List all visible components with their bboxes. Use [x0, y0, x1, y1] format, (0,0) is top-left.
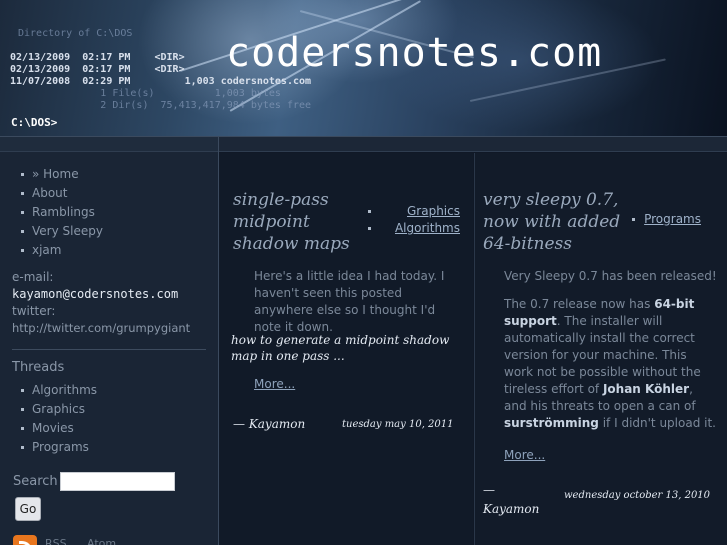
- highlight-name: Johan Köhler: [602, 382, 690, 396]
- contact-block: e-mail: kayamon@codersnotes.com twitter:…: [12, 269, 190, 337]
- category-link-algorithms[interactable]: Algorithms: [395, 221, 460, 235]
- threads-heading: Threads: [12, 360, 65, 375]
- post-categories: Programs: [632, 211, 701, 228]
- atom-link[interactable]: Atom: [87, 537, 116, 545]
- sidebar-divider: [12, 349, 206, 350]
- more-link[interactable]: More...: [504, 448, 545, 462]
- email-label: e-mail:: [12, 270, 54, 284]
- search-go-button[interactable]: Go: [15, 497, 41, 521]
- nav-item-ramblings[interactable]: Ramblings: [0, 203, 103, 222]
- nav-item-home[interactable]: » Home: [0, 165, 103, 184]
- post-intro: Very Sleepy 0.7 has been released!: [504, 269, 717, 283]
- dos-row: 02/13/2009 02:17 PM <DIR>: [10, 64, 185, 75]
- post-date: wednesday october 13, 2010: [564, 490, 711, 501]
- nav-item-about[interactable]: About: [0, 184, 103, 203]
- post-title[interactable]: single-pass midpoint shadow maps: [233, 189, 373, 255]
- category-link-programs[interactable]: Programs: [644, 212, 701, 226]
- post-card: single-pass midpoint shadow maps Graphic…: [219, 153, 473, 545]
- rss-link[interactable]: RSS: [45, 537, 67, 545]
- post-teaser: how to generate a midpoint shadow map in…: [231, 333, 450, 363]
- more-link[interactable]: More...: [254, 377, 295, 391]
- dos-row: 02/13/2009 02:17 PM <DIR>: [10, 52, 185, 63]
- post-categories: Graphics Algorithms: [368, 203, 460, 237]
- nav-item-xjam[interactable]: xjam: [0, 241, 103, 260]
- main-nav: » Home About Ramblings Very Sleepy xjam: [0, 165, 103, 260]
- post-body: The 0.7 release now has 64-bit support. …: [504, 297, 716, 430]
- twitter-link[interactable]: http://twitter.com/grumpygiant: [12, 320, 190, 337]
- post-title[interactable]: very sleepy 0.7, now with added 64-bitne…: [483, 189, 633, 255]
- search-input[interactable]: [60, 472, 175, 491]
- post-body: Here's a little idea I had today. I have…: [254, 269, 445, 334]
- dos-row: 1 File(s) 1,003 bytes: [10, 88, 281, 99]
- post-author: — Kayamon: [233, 417, 306, 431]
- thread-item-programs[interactable]: Programs: [0, 438, 97, 457]
- thread-item-movies[interactable]: Movies: [0, 419, 97, 438]
- thread-item-algorithms[interactable]: Algorithms: [0, 381, 97, 400]
- post-author: — Kayamon: [483, 483, 540, 516]
- search-label: Search: [13, 474, 58, 489]
- email-value: kayamon@codersnotes.com: [12, 287, 179, 301]
- threads-list: Algorithms Graphics Movies Programs: [0, 381, 97, 457]
- category-link-graphics[interactable]: Graphics: [407, 204, 460, 218]
- rss-feed-icon[interactable]: [13, 535, 37, 545]
- dos-row: 2 Dir(s) 75,413,417,984 bytes free: [10, 100, 312, 111]
- nav-item-very-sleepy[interactable]: Very Sleepy: [0, 222, 103, 241]
- twitter-label: twitter:: [12, 304, 56, 318]
- site-title[interactable]: codersnotes.com: [226, 30, 602, 76]
- site-header-banner: Directory of C:\DOS 02/13/2009 02:17 PM …: [0, 0, 727, 136]
- highlight-surstromming: surströmming: [504, 416, 599, 430]
- post-date: tuesday may 10, 2011: [342, 419, 454, 430]
- sidebar: » Home About Ramblings Very Sleepy xjam …: [0, 136, 219, 545]
- main-top-bar: [219, 137, 727, 152]
- dos-row: 11/07/2008 02:29 PM 1,003 codersnotes.co…: [10, 76, 312, 87]
- main-content: single-pass midpoint shadow maps Graphic…: [219, 136, 727, 545]
- sidebar-top-bar: [0, 137, 218, 152]
- dos-directory-line: Directory of C:\DOS: [18, 28, 133, 39]
- post-card: very sleepy 0.7, now with added 64-bitne…: [474, 153, 727, 545]
- dos-prompt: C:\DOS>: [11, 116, 58, 129]
- thread-item-graphics[interactable]: Graphics: [0, 400, 97, 419]
